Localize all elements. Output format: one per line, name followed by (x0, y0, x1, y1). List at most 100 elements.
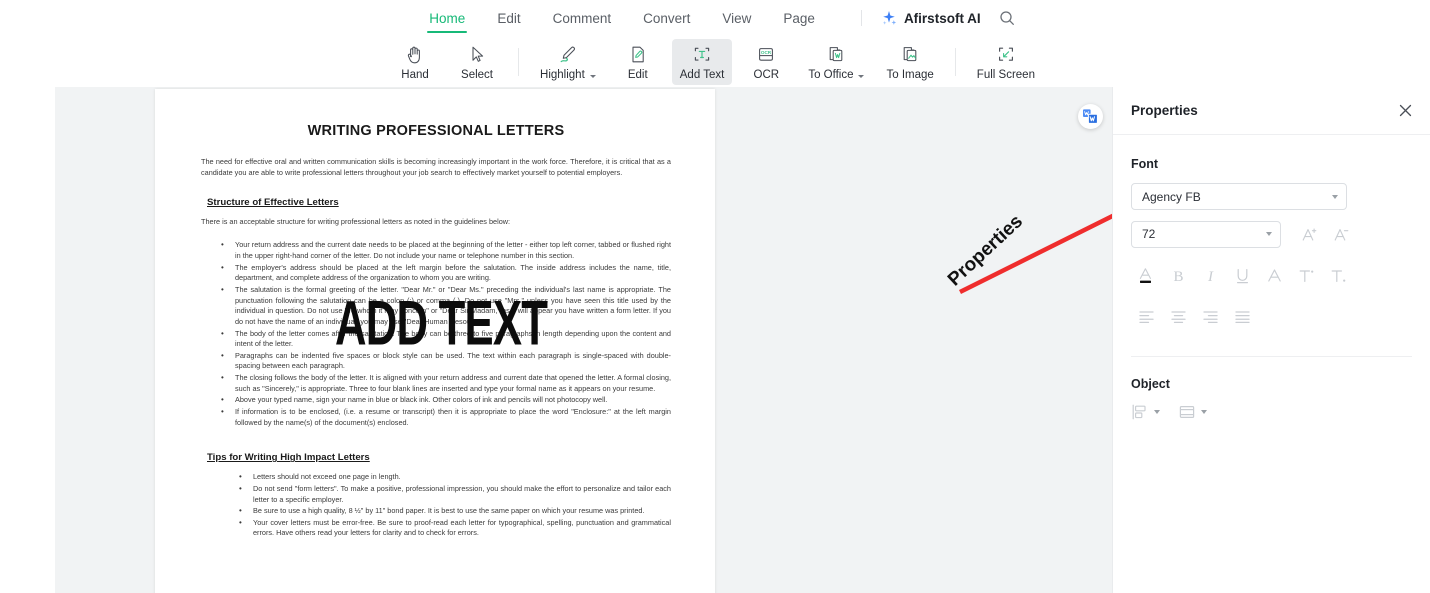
edit-document-icon (628, 43, 648, 66)
list-item: Your cover letters must be error-free. B… (239, 517, 671, 539)
list-item-text: The employer's address should be placed … (235, 262, 671, 283)
list-item: Paragraphs can be indented five spaces o… (221, 350, 671, 372)
chevron-down-icon[interactable] (858, 74, 865, 78)
document-intro-paragraph: The need for effective oral and written … (201, 157, 671, 177)
object-fill-icon (1179, 405, 1195, 419)
menu-tab-home[interactable]: Home (413, 1, 481, 35)
svg-text:OCR: OCR (761, 50, 772, 55)
align-center-icon (1170, 311, 1186, 324)
add-text-icon (692, 43, 712, 66)
menu-tab-edit[interactable]: Edit (481, 1, 536, 35)
highlighter-pen-icon (557, 43, 578, 66)
afirstsoft-ai-button[interactable]: Afirstsoft AI (880, 9, 981, 27)
superscript-button[interactable] (1291, 262, 1321, 290)
tool-to-office[interactable]: To Office (800, 39, 872, 85)
menu-tab-view-label: View (722, 10, 752, 26)
align-justify-button[interactable] (1227, 302, 1257, 330)
align-center-button[interactable] (1163, 302, 1193, 330)
superscript-icon (1299, 270, 1313, 282)
subscript-icon (1331, 270, 1345, 282)
arrange-objects-button[interactable] (1131, 403, 1160, 421)
font-family-value: Agency FB (1142, 189, 1201, 204)
tool-hand[interactable]: Hand (387, 39, 443, 85)
align-right-icon (1202, 311, 1218, 324)
list-item: The employer's address should be placed … (221, 262, 671, 284)
menu-tab-view[interactable]: View (706, 1, 767, 35)
tool-highlight-label: Highlight (540, 69, 596, 81)
tool-select-label: Select (461, 69, 493, 81)
bold-button[interactable]: B (1163, 262, 1193, 290)
ocr-icon: OCR (756, 43, 776, 66)
tool-full-screen-label: Full Screen (976, 69, 1035, 81)
pdf-page[interactable]: WRITING PROFESSIONAL LETTERS The need fo… (155, 89, 715, 593)
menu-tab-convert-label: Convert (643, 10, 691, 26)
top-menu-bar: Home Edit Comment Convert View Page Afir… (0, 0, 1430, 36)
font-size-select[interactable]: 72 (1131, 220, 1281, 248)
properties-panel-header: Properties (1113, 87, 1430, 135)
afirstsoft-ai-label: Afirstsoft AI (903, 10, 981, 26)
section-heading-structure: Structure of Effective Letters (207, 196, 339, 208)
search-button[interactable] (997, 8, 1017, 28)
text-format-button-row: B I (1131, 262, 1412, 290)
to-office-icon (826, 43, 846, 66)
tool-edit-label: Edit (627, 69, 648, 81)
list-item-text: If information is to be enclosed, (i.e. … (235, 407, 671, 427)
increase-font-size-button[interactable] (1293, 220, 1325, 248)
tool-to-office-text: To Office (808, 69, 854, 81)
text-align-button-row (1131, 302, 1412, 330)
align-left-button[interactable] (1131, 302, 1161, 330)
tool-to-office-label: To Office (808, 69, 865, 81)
tool-to-image-label: To Image (886, 69, 934, 81)
menu-tab-page[interactable]: Page (767, 1, 831, 35)
list-item-text: Letters should not exceed one page in le… (253, 472, 401, 482)
text-style-icon (1267, 269, 1281, 282)
convert-to-word-button[interactable] (1078, 104, 1103, 129)
tool-full-screen[interactable]: Full Screen (969, 39, 1043, 85)
document-viewer[interactable]: WRITING PROFESSIONAL LETTERS The need fo… (55, 87, 1112, 593)
font-color-button[interactable] (1131, 262, 1161, 290)
menu-tab-home-label: Home (429, 10, 466, 26)
to-image-icon (900, 43, 920, 66)
font-family-select[interactable]: Agency FB (1131, 183, 1347, 210)
decrease-font-size-button[interactable] (1325, 220, 1357, 248)
tool-hand-label: Hand (401, 69, 429, 81)
font-section: Font Agency FB 72 B I (1113, 135, 1430, 357)
list-item: The closing follows the body of the lett… (221, 372, 671, 394)
bold-icon: B (1173, 269, 1183, 285)
svg-text:I: I (1207, 269, 1214, 285)
annotation-label-properties: Properties (944, 210, 1028, 291)
tool-add-text[interactable]: Add Text (671, 38, 733, 85)
menu-tab-comment[interactable]: Comment (537, 1, 628, 35)
tool-highlight[interactable]: Highlight (532, 39, 604, 85)
font-size-row: 72 (1131, 220, 1412, 248)
align-right-button[interactable] (1195, 302, 1225, 330)
list-item-text: Above your typed name, sign your name in… (235, 395, 608, 405)
tips-bullet-list: Letters should not exceed one page in le… (239, 471, 671, 539)
tool-select[interactable]: Select (449, 39, 505, 85)
close-properties-button[interactable] (1396, 102, 1414, 120)
list-item: Above your typed name, sign your name in… (221, 394, 671, 406)
tool-edit[interactable]: Edit (610, 39, 666, 85)
font-color-icon (1139, 268, 1151, 283)
subscript-button[interactable] (1323, 262, 1353, 290)
close-icon (1399, 104, 1411, 117)
chevron-down-icon[interactable] (589, 74, 596, 78)
list-item: Be sure to use a high quality, 8 ½" by 1… (239, 505, 671, 517)
properties-panel-title: Properties (1131, 103, 1198, 118)
full-screen-icon (996, 43, 1016, 66)
list-item-text: Paragraphs can be indented five spaces o… (235, 350, 671, 371)
underline-button[interactable] (1227, 262, 1257, 290)
hand-icon (405, 43, 425, 66)
object-fill-button[interactable] (1178, 403, 1207, 421)
list-item-text: The body of the letter comes after the s… (235, 328, 671, 349)
tool-ocr[interactable]: OCR OCR (738, 39, 794, 85)
sparkle-icon (882, 10, 897, 25)
menu-tab-convert[interactable]: Convert (627, 1, 706, 35)
text-style-button[interactable] (1259, 262, 1289, 290)
red-pointer-arrow (958, 213, 1112, 295)
tool-to-image[interactable]: To Image (878, 39, 941, 85)
italic-button[interactable]: I (1195, 262, 1225, 290)
object-section-label: Object (1131, 377, 1170, 391)
chevron-down-icon (1332, 194, 1338, 199)
menu-tab-edit-label: Edit (497, 10, 521, 26)
